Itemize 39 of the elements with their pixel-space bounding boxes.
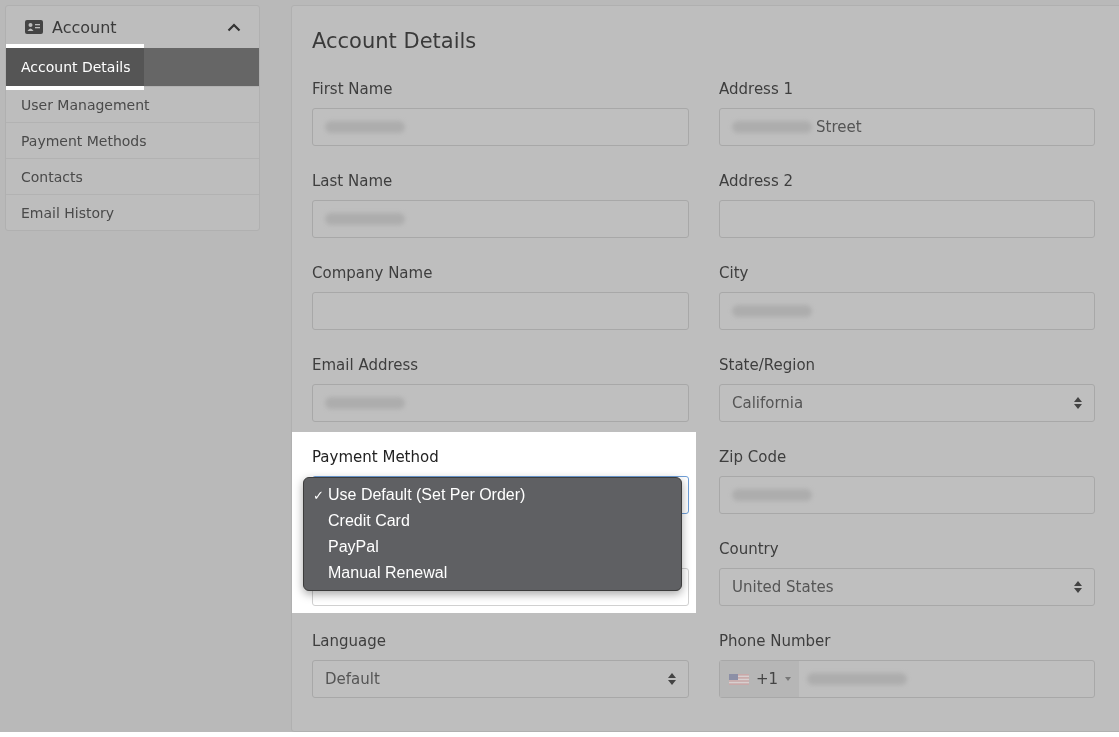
field-label: Zip Code	[719, 447, 788, 467]
field-label: Language	[312, 631, 388, 651]
menu-option[interactable]: ✓ Use Default (Set Per Order)	[304, 482, 681, 508]
section-title: Account	[52, 17, 118, 37]
field-label: Address 2	[719, 171, 795, 191]
up-down-arrows-icon	[1074, 581, 1082, 593]
select-field[interactable]: California	[719, 384, 1095, 422]
sidebar-item[interactable]: Contacts	[6, 158, 259, 194]
field-value: Street	[816, 118, 862, 136]
chevron-icon	[227, 22, 241, 32]
sidebar-item[interactable]: Account Details	[6, 44, 259, 90]
select-field[interactable]: Default	[312, 660, 689, 698]
sidebar-item-label: Account Details	[6, 44, 144, 90]
country-code-select[interactable]: +1	[720, 661, 800, 697]
field-label: Phone Number	[719, 631, 832, 651]
field-label: First Name	[312, 79, 394, 99]
field-label: Country	[719, 539, 780, 559]
caret-icon	[785, 677, 792, 681]
phone-field[interactable]: +1	[719, 660, 1095, 698]
field-label: Address 1	[719, 79, 795, 99]
select-field[interactable]: United States	[719, 568, 1095, 606]
sidebar-item[interactable]: User Management	[6, 86, 259, 122]
field-label: Payment Method	[312, 447, 440, 467]
sidebar-item[interactable]: Email History	[6, 194, 259, 230]
sidebar-item[interactable]: Payment Methods	[6, 122, 259, 158]
text-field[interactable]: Street	[719, 108, 1095, 146]
up-down-arrows-icon	[1074, 397, 1082, 409]
menu-option[interactable]: PayPal	[304, 534, 681, 560]
up-down-arrows-icon	[668, 673, 676, 685]
field-label: Last Name	[312, 171, 394, 191]
field-label: Company Name	[312, 263, 434, 283]
field-label: Email Address	[312, 355, 420, 375]
field-label: State/Region	[719, 355, 817, 375]
id-card-icon	[25, 20, 43, 34]
field-label: City	[719, 263, 750, 283]
flag-icon	[729, 673, 749, 685]
panel-title: Account Details	[312, 28, 478, 54]
menu-option[interactable]: Credit Card	[304, 508, 681, 534]
menu-option[interactable]: Manual Renewal	[304, 560, 681, 586]
